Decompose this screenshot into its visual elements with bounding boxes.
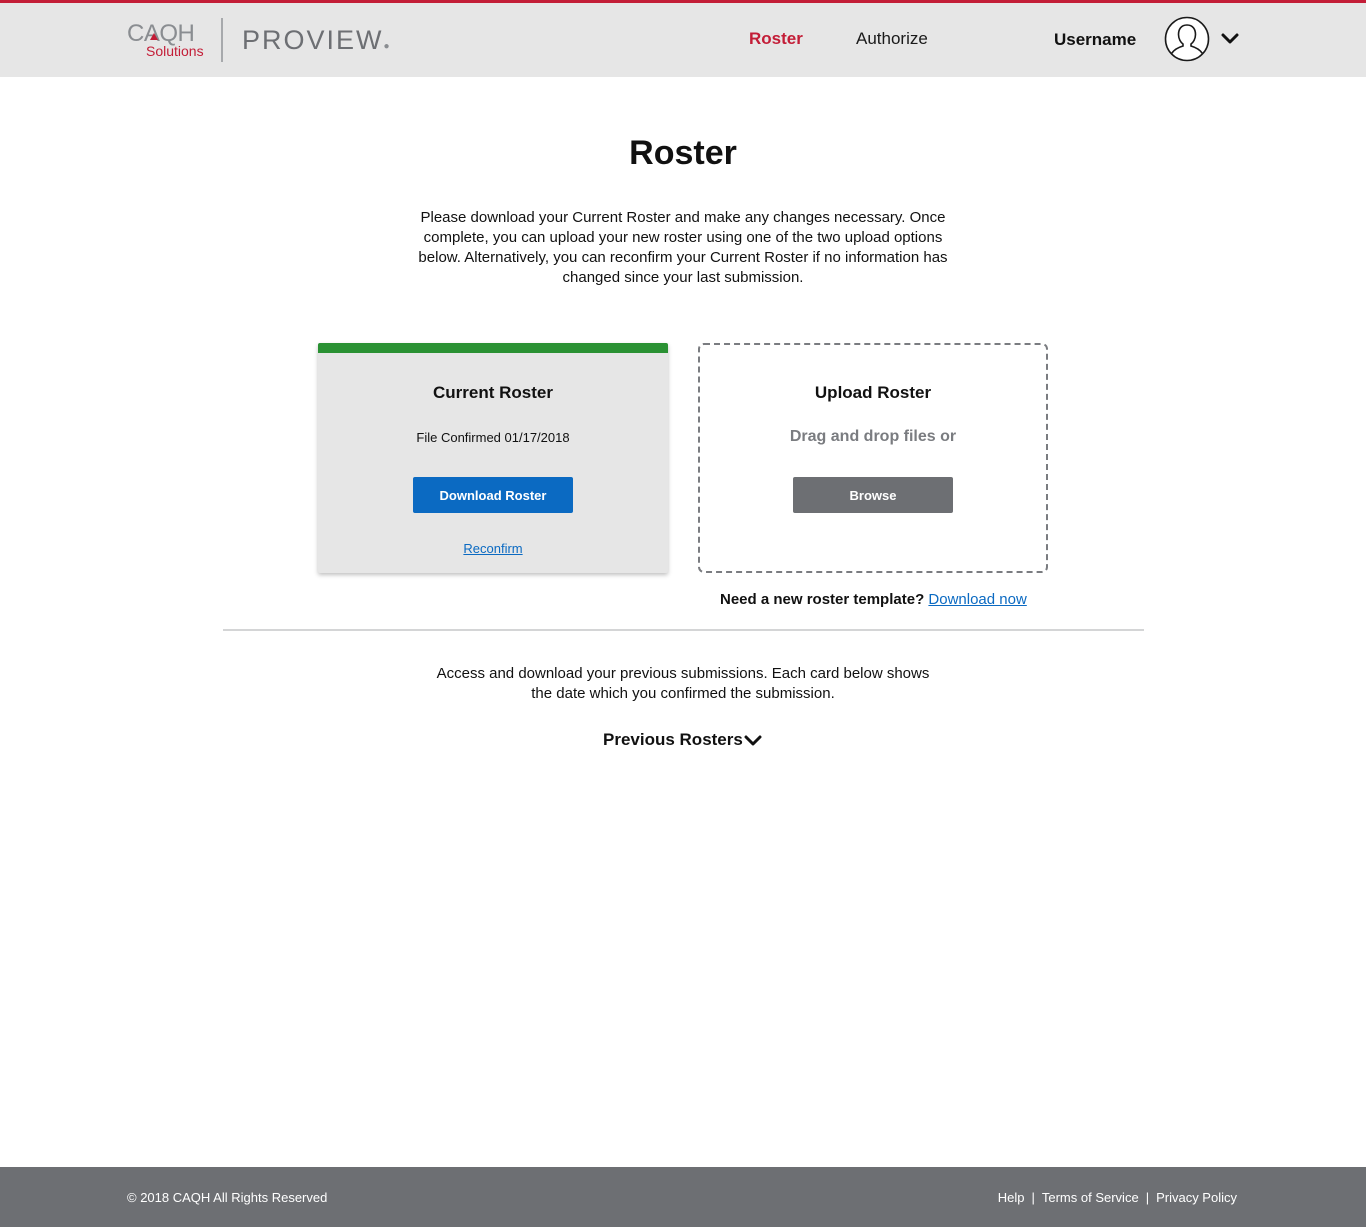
current-roster-title: Current Roster — [433, 383, 553, 402]
solutions-wordmark: Solutions — [146, 43, 204, 59]
proview-logo[interactable]: PROVIEW● — [242, 25, 392, 56]
upload-roster-title: Upload Roster — [814, 383, 932, 402]
previous-rosters-chevron-down-icon[interactable] — [744, 734, 762, 748]
download-template-link[interactable]: Download now — [928, 591, 1026, 608]
logo-triangle-icon — [150, 33, 158, 40]
footer-separator: | — [1031, 1190, 1035, 1205]
top-header: CAQH Solutions PROVIEW● Roster Authorize… — [0, 0, 1366, 77]
user-avatar-icon[interactable] — [1164, 16, 1210, 62]
logo-divider — [221, 18, 223, 62]
footer-privacy-link[interactable]: Privacy Policy — [1156, 1190, 1237, 1205]
copyright-text: © 2018 CAQH All Rights Reserved — [127, 1190, 328, 1205]
footer-links: Help | Terms of Service | Privacy Policy — [998, 1190, 1237, 1205]
roster-template-prompt: Need a new roster template? Download now — [720, 591, 1027, 608]
footer-separator: | — [1145, 1190, 1150, 1205]
previous-rosters-toggle[interactable]: Previous Rosters — [603, 730, 743, 750]
user-menu-chevron-down-icon[interactable] — [1220, 31, 1240, 47]
browse-button[interactable]: Browse — [793, 477, 953, 513]
reconfirm-link[interactable]: Reconfirm — [318, 541, 668, 556]
roster-instructions: Please download your Current Roster and … — [418, 209, 948, 286]
current-roster-card: Current Roster File Confirmed 01/17/2018… — [318, 343, 668, 573]
nav-roster[interactable]: Roster — [749, 29, 803, 49]
nav-authorize[interactable]: Authorize — [856, 29, 928, 49]
template-question: Need a new roster template? — [720, 591, 925, 608]
registered-dot-icon: ● — [383, 41, 392, 52]
download-roster-button[interactable]: Download Roster — [413, 477, 573, 513]
proview-wordmark: PROVIEW — [242, 25, 384, 55]
previous-submissions-text: Access and download your previous submis… — [436, 665, 930, 702]
section-divider — [223, 629, 1144, 631]
caqh-solutions-logo[interactable]: CAQH Solutions — [127, 20, 207, 62]
page-footer: © 2018 CAQH All Rights Reserved Help | Ter… — [0, 1167, 1366, 1227]
upload-roster-dropzone[interactable]: Upload Roster Drag and drop files or Bro… — [698, 343, 1048, 573]
username-label: Username — [1054, 30, 1137, 49]
footer-terms-link[interactable]: Terms of Service — [1042, 1190, 1139, 1205]
file-confirmed-status: File Confirmed 01/17/2018 — [416, 430, 570, 445]
footer-help-link[interactable]: Help — [998, 1190, 1025, 1205]
drag-drop-text: Drag and drop files or — [789, 428, 957, 445]
page-title: Roster — [629, 134, 737, 172]
